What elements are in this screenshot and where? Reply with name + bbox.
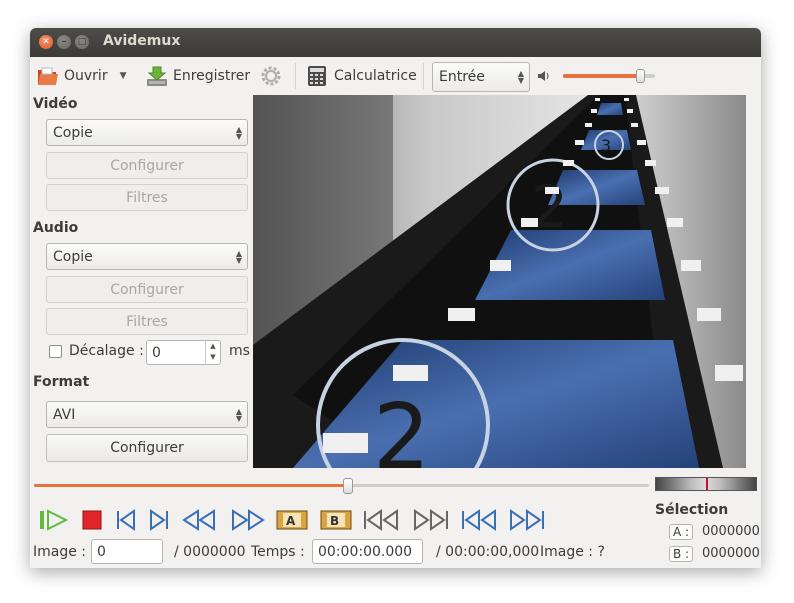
video-codec-value: Copie: [53, 124, 93, 141]
previous-keyframe-icon[interactable]: [182, 509, 218, 531]
calculator-button[interactable]: Calculatrice: [307, 63, 417, 89]
set-marker-b-icon[interactable]: B: [320, 509, 352, 531]
volume-speaker-icon: [538, 71, 549, 81]
format-section-label: Format: [33, 374, 90, 390]
marker-a-value: 0000000: [702, 524, 760, 539]
format-configure-button[interactable]: Configurer: [46, 434, 248, 462]
seek-handle[interactable]: [342, 478, 353, 494]
go-to-marker-a-icon[interactable]: [363, 509, 399, 531]
svg-text:2: 2: [531, 173, 568, 241]
frame-input[interactable]: 0: [91, 539, 163, 564]
frame-label: Image :: [33, 544, 87, 560]
selection-title: Sélection: [655, 502, 729, 518]
maximize-window-button[interactable]: □: [75, 35, 89, 49]
view-mode-select[interactable]: Entrée ▲ ▼: [432, 62, 530, 92]
video-codec-select[interactable]: Copie ▲ ▼: [46, 119, 248, 146]
audio-offset-input[interactable]: 0 ▲ ▼: [146, 340, 221, 365]
marker-b-label[interactable]: B :: [669, 546, 693, 562]
open-folder-icon: [38, 67, 58, 85]
audio-codec-select[interactable]: Copie ▲ ▼: [46, 243, 248, 270]
seek-slider[interactable]: [34, 478, 649, 494]
frame-type: Image : ?: [540, 544, 605, 560]
audio-filters-button[interactable]: Filtres: [46, 308, 248, 335]
calculator-label: Calculatrice: [334, 68, 417, 84]
video-frame-image: 3 2 2: [253, 95, 746, 468]
audio-codec-value: Copie: [53, 248, 93, 265]
format-container-value: AVI: [53, 406, 76, 423]
select-arrows-icon: ▲ ▼: [235, 124, 242, 141]
format-container-select[interactable]: AVI ▲ ▼: [46, 401, 248, 428]
marker-b-value: 0000000: [702, 546, 760, 561]
time-value: 00:00:00.000: [318, 543, 413, 560]
open-button[interactable]: Ouvrir ▼: [36, 63, 127, 89]
video-filters-button[interactable]: Filtres: [46, 184, 248, 211]
previous-frame-icon[interactable]: [114, 509, 138, 531]
svg-text:B: B: [330, 514, 339, 528]
time-total: / 00:00:00,000: [436, 544, 540, 560]
view-mode-value: Entrée: [439, 69, 485, 85]
audio-offset-unit: ms: [229, 343, 250, 359]
go-to-marker-b-icon[interactable]: [413, 509, 449, 531]
next-black-frame-icon[interactable]: [509, 509, 545, 531]
save-label: Enregistrer: [173, 68, 251, 84]
save-download-icon: [147, 66, 167, 86]
play-icon[interactable]: [38, 509, 70, 531]
time-zoom-meter: [655, 477, 757, 491]
toolbar: Ouvrir ▼ Enregistrer Calculatrice Entrée…: [30, 57, 761, 95]
audio-configure-button[interactable]: Configurer: [46, 276, 248, 303]
video-configure-button[interactable]: Configurer: [46, 152, 248, 179]
select-arrows-icon: ▲ ▼: [235, 248, 242, 265]
video-preview: 3 2 2: [253, 95, 746, 468]
calculator-icon: [308, 66, 326, 86]
seek-fill: [34, 484, 348, 487]
audio-offset-label: Décalage :: [69, 343, 144, 359]
audio-offset-checkbox[interactable]: [49, 345, 62, 358]
toolbar-separator: [295, 63, 296, 89]
time-zoom-marker: [706, 478, 708, 490]
marker-a-label[interactable]: A :: [669, 524, 693, 540]
time-label: Temps :: [251, 544, 305, 560]
settings-button[interactable]: [259, 63, 283, 89]
spin-arrows-icon[interactable]: ▲ ▼: [205, 341, 220, 364]
frame-value: 0: [97, 543, 106, 560]
main-window: ✕ – □ Avidemux Ouvrir ▼ Enregistrer Calc…: [30, 28, 761, 568]
window-title: Avidemux: [103, 33, 181, 49]
stop-icon[interactable]: [81, 509, 103, 531]
minimize-window-button[interactable]: –: [57, 35, 71, 49]
set-marker-a-icon[interactable]: A: [276, 509, 308, 531]
open-recent-dropdown-icon[interactable]: ▼: [120, 71, 127, 81]
open-label: Ouvrir: [64, 68, 108, 84]
svg-text:3: 3: [601, 136, 611, 155]
select-arrows-icon: ▲ ▼: [235, 406, 242, 423]
select-arrows-icon: ▲ ▼: [517, 69, 524, 85]
toolbar-separator: [423, 63, 424, 89]
svg-text:2: 2: [373, 385, 430, 468]
next-keyframe-icon[interactable]: [229, 509, 265, 531]
audio-offset-value: 0: [152, 344, 161, 361]
frame-total: / 0000000: [174, 544, 246, 560]
video-section-label: Vidéo: [33, 96, 78, 112]
save-button[interactable]: Enregistrer: [145, 63, 250, 89]
svg-text:A: A: [286, 514, 296, 528]
volume-slider[interactable]: [563, 69, 655, 83]
volume-handle[interactable]: [636, 69, 646, 83]
gear-icon: [261, 66, 281, 86]
close-window-button[interactable]: ✕: [39, 35, 53, 49]
audio-section-label: Audio: [33, 220, 79, 236]
title-bar: ✕ – □ Avidemux: [30, 28, 761, 57]
next-frame-icon[interactable]: [147, 509, 171, 531]
time-input[interactable]: 00:00:00.000: [312, 539, 423, 564]
volume-fill: [563, 74, 641, 78]
previous-black-frame-icon[interactable]: [461, 509, 497, 531]
